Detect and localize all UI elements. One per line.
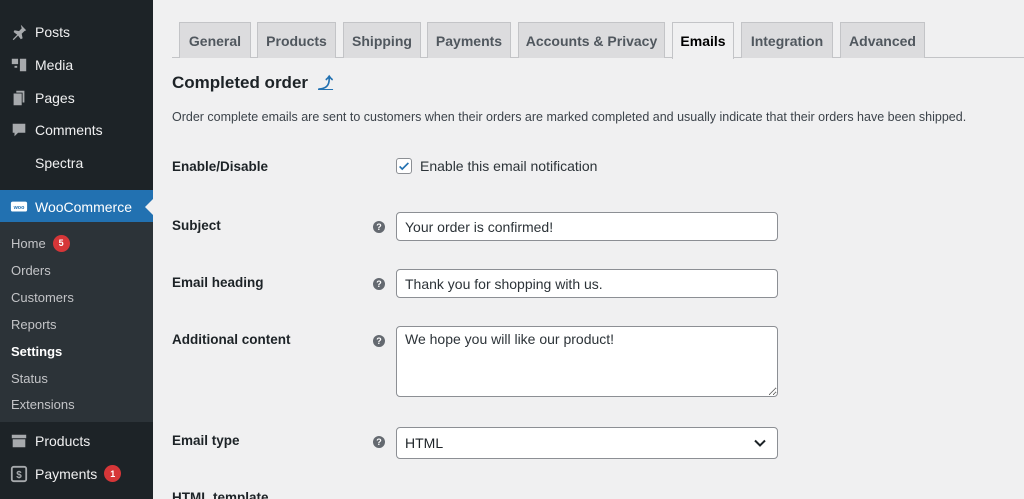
- submenu-item-home[interactable]: Home 5: [11, 233, 70, 253]
- svg-text:$: $: [16, 470, 22, 481]
- svg-text:woo: woo: [13, 204, 25, 210]
- subject-label: Subject: [172, 218, 221, 233]
- pages-icon: [9, 88, 29, 108]
- subject-input[interactable]: [396, 212, 778, 241]
- sidebar-item-label: Payments: [35, 465, 98, 482]
- email-type-label: Email type: [172, 433, 240, 448]
- tab-emails[interactable]: Emails: [672, 22, 734, 59]
- help-icon[interactable]: ?: [373, 278, 385, 290]
- settings-tabs: General Products Shipping Payments Accou…: [172, 22, 1024, 59]
- page-title-row: Completed order ⤴: [172, 72, 333, 93]
- email-heading-label: Email heading: [172, 275, 264, 290]
- woo-icon: woo: [9, 197, 29, 217]
- archive-icon: [9, 431, 29, 451]
- tab-products[interactable]: Products: [257, 22, 336, 58]
- submenu-item-extensions[interactable]: Extensions: [11, 394, 75, 414]
- sidebar-item-comments[interactable]: Comments: [0, 113, 153, 146]
- media-icon: [9, 55, 29, 75]
- submenu-item-label: Extensions: [11, 396, 75, 412]
- tab-integration[interactable]: Integration: [741, 22, 833, 58]
- enable-notification-checkbox[interactable]: [396, 158, 412, 174]
- up-level-link[interactable]: ⤴: [318, 72, 333, 93]
- submenu-item-label: Home: [11, 235, 46, 251]
- submenu-item-label: Customers: [11, 289, 74, 305]
- submenu-item-label: Settings: [11, 343, 63, 359]
- help-icon[interactable]: ?: [373, 436, 385, 448]
- tab-accounts-privacy[interactable]: Accounts & Privacy: [518, 22, 665, 58]
- sidebar-item-woocommerce[interactable]: woo WooCommerce: [0, 190, 153, 223]
- enable-notification-control: Enable this email notification: [396, 158, 597, 174]
- submenu-item-label: Orders: [11, 262, 51, 278]
- update-count-badge: 5: [52, 234, 70, 252]
- submenu-item-reports[interactable]: Reports: [11, 314, 57, 334]
- sidebar-item-media[interactable]: Media: [0, 48, 153, 81]
- sidebar-item-label: WooCommerce: [35, 198, 132, 215]
- sidebar-item-label: Posts: [35, 23, 71, 40]
- pin-icon: [9, 22, 29, 42]
- dollar-icon: $: [9, 464, 29, 484]
- page-title: Completed order: [172, 72, 309, 92]
- submenu-item-label: Status: [11, 370, 48, 386]
- email-type-value: HTML: [405, 435, 444, 451]
- sidebar-item-payments[interactable]: $ Payments 1: [0, 457, 153, 490]
- tab-shipping[interactable]: Shipping: [343, 22, 421, 58]
- email-type-select[interactable]: HTML: [396, 427, 778, 459]
- sidebar-item-label: Comments: [35, 121, 103, 138]
- update-count-badge: 1: [104, 465, 122, 482]
- sidebar-item-label: Spectra: [35, 154, 84, 171]
- spectra-icon: [9, 153, 29, 173]
- chevron-down-icon: [754, 439, 766, 447]
- sidebar-item-label: Media: [35, 56, 74, 73]
- help-icon[interactable]: ?: [373, 221, 385, 233]
- sidebar-item-products[interactable]: Products: [0, 424, 153, 457]
- help-icon[interactable]: ?: [373, 335, 385, 347]
- additional-content-label: Additional content: [172, 332, 291, 347]
- submenu-item-label: Reports: [11, 316, 57, 332]
- tab-general[interactable]: General: [179, 22, 251, 58]
- tab-payments[interactable]: Payments: [427, 22, 511, 58]
- checkmark-icon: [399, 162, 409, 171]
- submenu-item-settings[interactable]: Settings: [11, 341, 62, 361]
- sidebar-item-label: Products: [35, 432, 91, 449]
- submenu-item-customers[interactable]: Customers: [11, 287, 74, 307]
- tab-advanced[interactable]: Advanced: [840, 22, 925, 58]
- submenu-item-orders[interactable]: Orders: [11, 260, 51, 280]
- sidebar-item-spectra[interactable]: Spectra: [0, 146, 153, 179]
- admin-sidebar: Posts Media Pages Comments Spectra woo W…: [0, 0, 153, 499]
- additional-content-textarea[interactable]: We hope you will like our product!: [396, 326, 778, 397]
- enable-disable-label: Enable/Disable: [172, 159, 269, 174]
- sidebar-item-pages[interactable]: Pages: [0, 81, 153, 114]
- sidebar-item-posts[interactable]: Posts: [0, 15, 153, 48]
- enable-notification-label[interactable]: Enable this email notification: [420, 158, 597, 174]
- email-heading-input[interactable]: [396, 269, 778, 298]
- sidebar-item-label: Pages: [35, 89, 75, 106]
- comment-icon: [9, 120, 29, 140]
- woocommerce-submenu: Home 5 Orders Customers Reports Settings…: [0, 222, 153, 422]
- submenu-item-status[interactable]: Status: [11, 368, 48, 388]
- email-description: Order complete emails are sent to custom…: [172, 110, 967, 124]
- html-template-label: HTML template: [172, 490, 269, 499]
